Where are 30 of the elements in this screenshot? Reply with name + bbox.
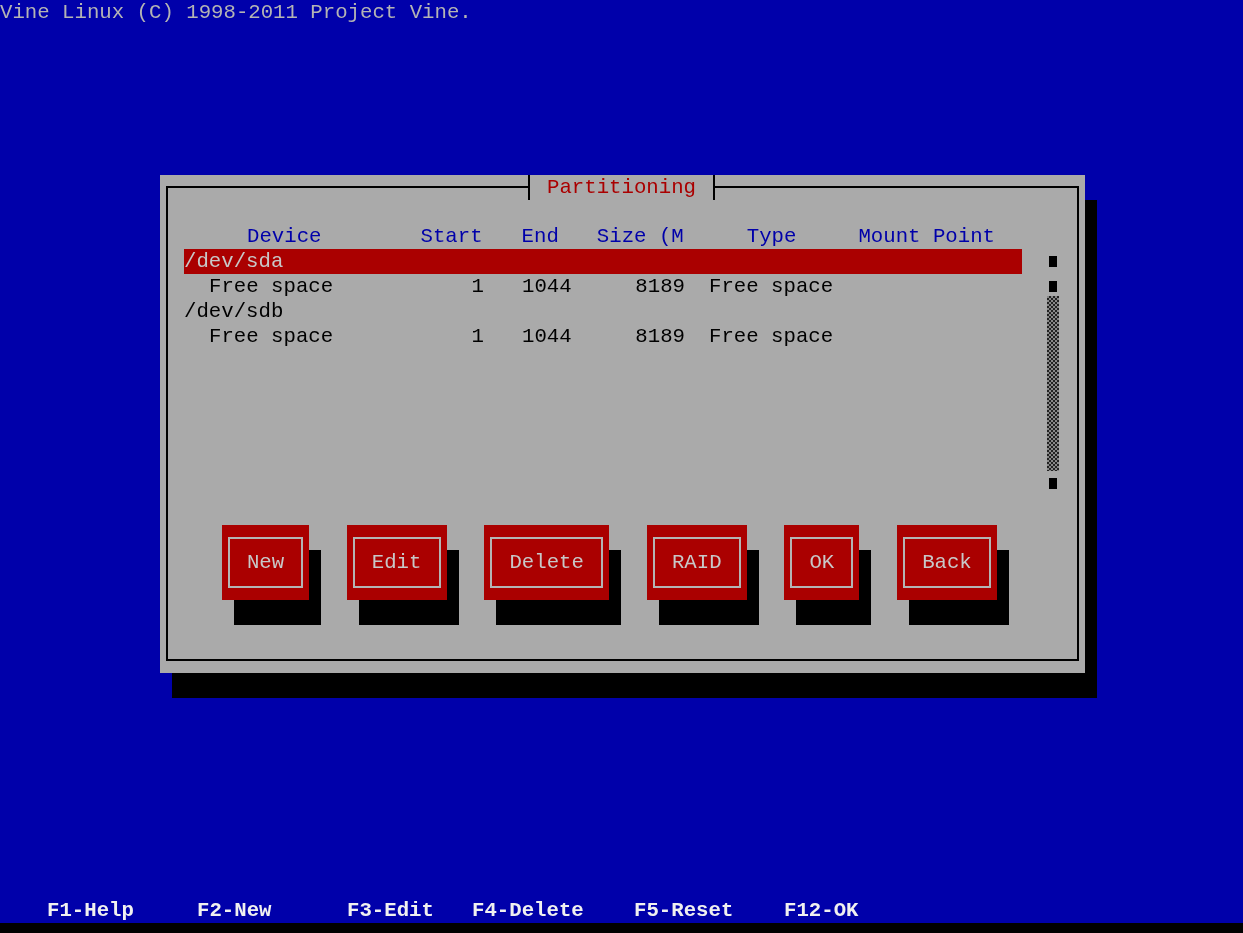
table-row[interactable]: /dev/sdb	[184, 299, 1022, 324]
column-header: End	[521, 224, 559, 249]
table-cell: 8189	[635, 275, 685, 298]
table-cell: /dev/sdb	[184, 300, 284, 323]
function-key-hint: F4-Delete	[472, 898, 584, 923]
header-text: Vine Linux (C) 1998-2011 Project Vine.	[0, 0, 472, 25]
function-key-hint: F1-Help	[47, 898, 134, 923]
dialog-title: Partitioning	[547, 175, 696, 200]
table-cell: 1	[471, 275, 484, 298]
table-cell: 1	[471, 325, 484, 348]
table-cell: /dev/sda	[184, 250, 284, 273]
column-header: Device	[247, 224, 322, 249]
table-row[interactable]: Free space 1 1044 8189 Free space	[184, 324, 1022, 349]
table-cell: Free space	[709, 275, 834, 298]
column-header: Size (M	[596, 224, 684, 249]
table-cell: 8189	[635, 325, 685, 348]
table-cell: Free space	[209, 275, 334, 298]
column-header: Mount Point	[858, 224, 995, 249]
table-cell: 1044	[522, 325, 572, 348]
table-row[interactable]: /dev/sda	[184, 249, 1022, 274]
table-cell: 1044	[522, 275, 572, 298]
table-cell: Free space	[709, 325, 834, 348]
table-row[interactable]: Free space 1 1044 8189 Free space	[184, 274, 1022, 299]
table-cell: Free space	[209, 325, 334, 348]
function-key-hint: F3-Edit	[347, 898, 434, 923]
column-header: Type	[746, 224, 797, 249]
function-key-hint: F5-Reset	[634, 898, 734, 923]
column-header: Start	[420, 224, 483, 249]
function-key-hint: F12-OK	[784, 898, 859, 923]
function-key-hint: F2-New	[197, 898, 272, 923]
